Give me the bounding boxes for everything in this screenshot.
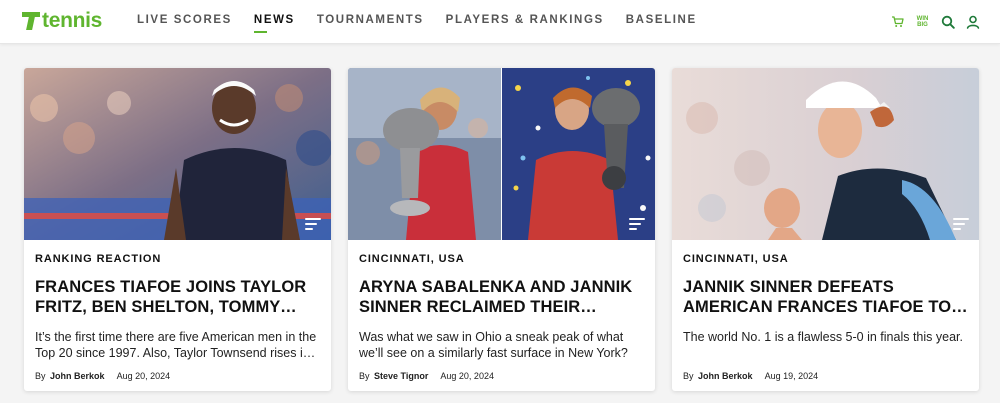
card-kicker: CINCINNATI, USA xyxy=(683,253,789,265)
card-summary: Was what we saw in Ohio a sneak peak of … xyxy=(359,330,628,360)
win-big-line-1: WIN xyxy=(916,15,929,22)
tennis-logo[interactable]: tennis xyxy=(22,10,102,32)
byline-prefix: By xyxy=(35,371,46,381)
card-headline[interactable]: ARYNA SABALENKA AND JANNIK SINNER RECLAI… xyxy=(359,277,644,317)
card-byline: By Steve Tignor Aug 20, 2024 xyxy=(359,371,644,381)
author-name[interactable]: John Berkok xyxy=(698,371,753,381)
nav-live-scores[interactable]: LIVE SCORES xyxy=(137,14,232,26)
author-name[interactable]: Steve Tignor xyxy=(374,371,428,381)
card-kicker: RANKING REACTION xyxy=(35,253,162,265)
card-summary: It’s the first time there are five Ameri… xyxy=(35,330,317,360)
author-name[interactable]: John Berkok xyxy=(50,371,105,381)
article-photo-sabalenka-sinner[interactable] xyxy=(348,68,655,240)
byline-prefix: By xyxy=(359,371,370,381)
card-byline: By John Berkok Aug 20, 2024 xyxy=(35,371,320,381)
byline-prefix: By xyxy=(683,371,694,381)
news-card[interactable]: CINCINNATI, USA JANNIK SINNER DEFEATS AM… xyxy=(672,68,979,391)
logo-t-mark xyxy=(22,12,40,30)
header-tools: WIN BIG xyxy=(890,14,980,29)
card-byline: By John Berkok Aug 19, 2024 xyxy=(683,371,968,381)
main-nav: LIVE SCORES NEWS TOURNAMENTS PLAYERS & R… xyxy=(137,14,719,33)
top-navigation-bar: tennis LIVE SCORES NEWS TOURNAMENTS PLAY… xyxy=(0,0,1000,44)
cart-icon[interactable] xyxy=(890,14,905,29)
nav-tournaments[interactable]: TOURNAMENTS xyxy=(317,14,424,26)
logo-text: tennis xyxy=(42,9,103,32)
card-kicker: CINCINNATI, USA xyxy=(359,253,465,265)
search-icon[interactable] xyxy=(940,14,955,29)
news-card[interactable]: CINCINNATI, USA ARYNA SABALENKA AND JANN… xyxy=(348,68,655,391)
card-summary: The world No. 1 is a flawless 5-0 in fin… xyxy=(683,330,963,344)
menu-lines-icon xyxy=(305,218,321,230)
menu-lines-icon xyxy=(953,218,969,230)
publish-date: Aug 20, 2024 xyxy=(440,371,494,381)
nav-players-rankings[interactable]: PLAYERS & RANKINGS xyxy=(446,14,604,26)
card-headline[interactable]: FRANCES TIAFOE JOINS TAYLOR FRITZ, BEN S… xyxy=(35,277,320,317)
publish-date: Aug 19, 2024 xyxy=(764,371,819,381)
nav-news[interactable]: NEWS xyxy=(253,14,295,33)
user-icon[interactable] xyxy=(965,14,980,29)
article-photo-tiafoe[interactable] xyxy=(24,68,331,240)
win-big-line-2: BIG xyxy=(917,21,928,28)
publish-date: Aug 20, 2024 xyxy=(116,371,171,381)
news-cards: RANKING REACTION FRANCES TIAFOE JOINS TA… xyxy=(24,68,979,391)
menu-lines-icon xyxy=(629,218,645,230)
article-photo-sinner[interactable] xyxy=(672,68,979,240)
card-headline[interactable]: JANNIK SINNER DEFEATS AMERICAN FRANCES T… xyxy=(683,277,968,317)
nav-baseline[interactable]: BASELINE xyxy=(626,14,697,26)
news-card[interactable]: RANKING REACTION FRANCES TIAFOE JOINS TA… xyxy=(24,68,331,391)
win-big-button[interactable]: WIN BIG xyxy=(915,14,930,29)
